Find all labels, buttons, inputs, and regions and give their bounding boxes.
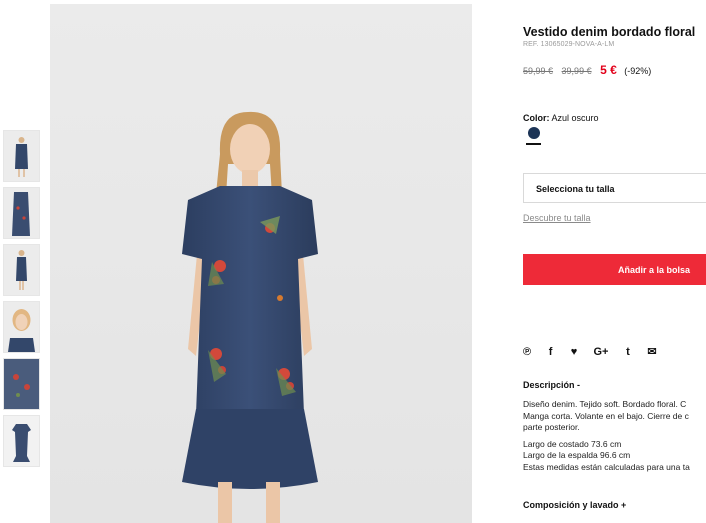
social-share-bar: ℗ f ♥ G+ t ✉ <box>523 342 668 360</box>
thumbnail-4[interactable] <box>3 301 40 353</box>
thumbnail-1[interactable] <box>3 130 40 182</box>
selected-swatch-indicator <box>526 143 541 145</box>
measurement-note: Estas medidas están calculadas para una … <box>523 461 690 472</box>
size-select[interactable]: Selecciona tu talla <box>523 173 706 203</box>
description-toggle[interactable]: Descripción - <box>523 380 580 390</box>
color-label-title: Color: <box>523 113 550 123</box>
product-title: Vestido denim bordado floral <box>523 25 696 39</box>
price-block: 59,99 € 39,99 € 5 € (-92%) <box>523 63 651 77</box>
size-guide-link[interactable]: Descubre tu talla <box>523 213 591 223</box>
email-icon[interactable]: ✉ <box>647 345 656 358</box>
color-value: Azul oscuro <box>551 113 599 123</box>
description-line: Manga corta. Volante en el bajo. Cierre … <box>523 410 689 421</box>
product-info-panel: Vestido denim bordado floral REF. 130650… <box>523 0 706 523</box>
product-main-image[interactable] <box>50 4 472 523</box>
thumbnail-5[interactable] <box>3 358 40 410</box>
add-to-bag-button[interactable]: Añadir a la bolsa <box>523 254 706 285</box>
color-label: Color: Azul oscuro <box>523 113 599 123</box>
measurement-line: Largo de costado 73.6 cm <box>523 438 622 449</box>
tumblr-icon[interactable]: t <box>624 346 632 358</box>
previous-price: 39,99 € <box>561 66 592 76</box>
google-plus-icon[interactable]: G+ <box>593 346 608 358</box>
description-line: parte posterior. <box>523 422 580 432</box>
original-price: 59,99 € <box>523 66 554 76</box>
thumbnail-6[interactable] <box>3 415 40 467</box>
description-body: Diseño denim. Tejido soft. Bordado flora… <box>523 399 706 478</box>
facebook-icon[interactable]: f <box>547 346 555 358</box>
composition-toggle[interactable]: Composición y lavado + <box>523 500 626 510</box>
description-line: Diseño denim. Tejido soft. Bordado flora… <box>523 399 687 409</box>
thumbnail-gallery <box>3 130 40 472</box>
discount-badge: (-92%) <box>624 66 652 76</box>
pinterest-icon[interactable]: ℗ <box>523 346 531 358</box>
current-price: 5 € <box>600 63 617 77</box>
twitter-icon[interactable]: ♥ <box>570 346 578 358</box>
product-reference: REF. 13065029-NOVA-A-LM <box>523 41 615 48</box>
measurement-line: Largo de la espalda 96.6 cm <box>523 450 631 460</box>
thumbnail-2[interactable] <box>3 187 40 239</box>
color-swatch-dark-blue[interactable] <box>528 127 540 139</box>
thumbnail-3[interactable] <box>3 244 40 296</box>
